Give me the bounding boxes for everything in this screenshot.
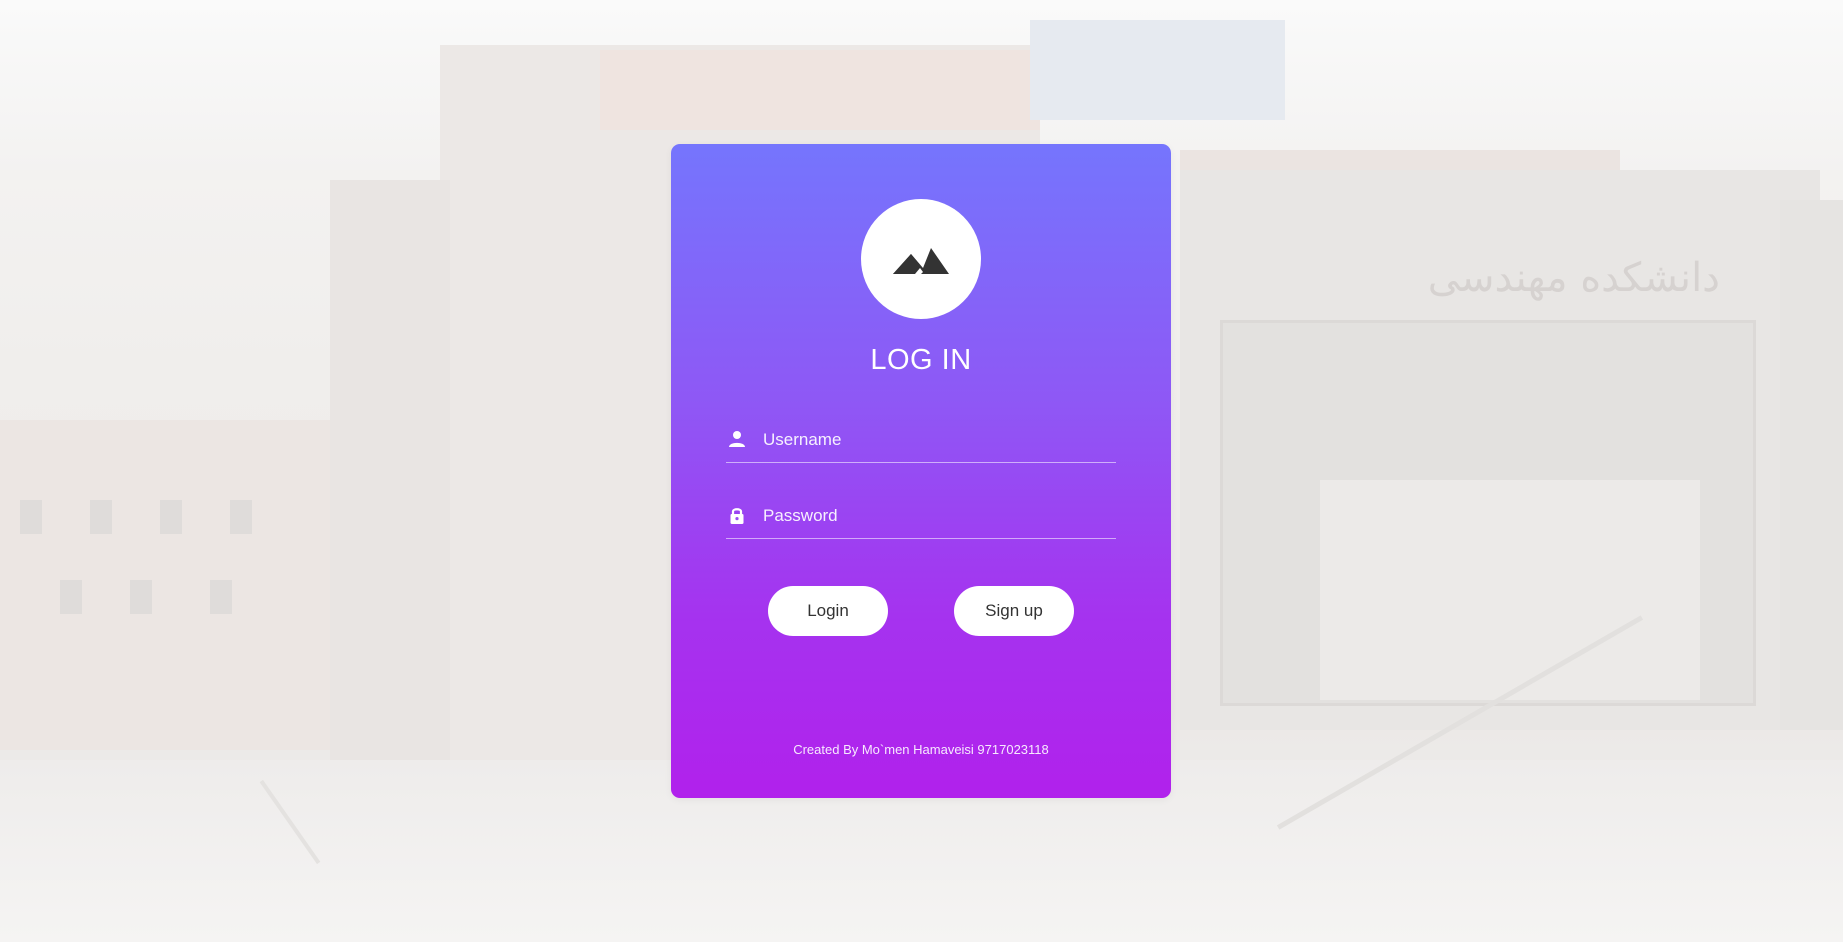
signup-button[interactable]: Sign up: [954, 586, 1074, 636]
footer-credit: Created By Mo`men Hamaveisi 9717023118: [793, 742, 1049, 757]
background-building-top: [600, 50, 1040, 130]
lock-icon: [730, 508, 744, 524]
password-input[interactable]: [763, 496, 1103, 536]
username-input[interactable]: [763, 420, 1103, 460]
background-window: [230, 500, 252, 534]
background-window: [60, 580, 82, 614]
background-window: [210, 580, 232, 614]
logo-avatar: [861, 199, 981, 319]
background-pillar: [1780, 200, 1843, 730]
background-window: [130, 580, 152, 614]
background-window: [160, 500, 182, 534]
background-sign: [1030, 20, 1285, 120]
user-icon: [729, 431, 745, 447]
background-tower: [330, 180, 450, 770]
login-button[interactable]: Login: [768, 586, 888, 636]
mountain-icon: [893, 248, 949, 274]
background-sign-text: دانشکده مهندسی: [1427, 255, 1720, 301]
background-gate-door: [1320, 480, 1700, 700]
page-title: LOG IN: [870, 344, 972, 376]
background-window: [90, 500, 112, 534]
login-card: LOG IN Login Sign up Created By Mo`men H…: [671, 144, 1171, 798]
background-window: [20, 500, 42, 534]
password-field: [726, 496, 1116, 539]
username-field: [726, 420, 1116, 463]
background-building-left: [0, 420, 330, 750]
